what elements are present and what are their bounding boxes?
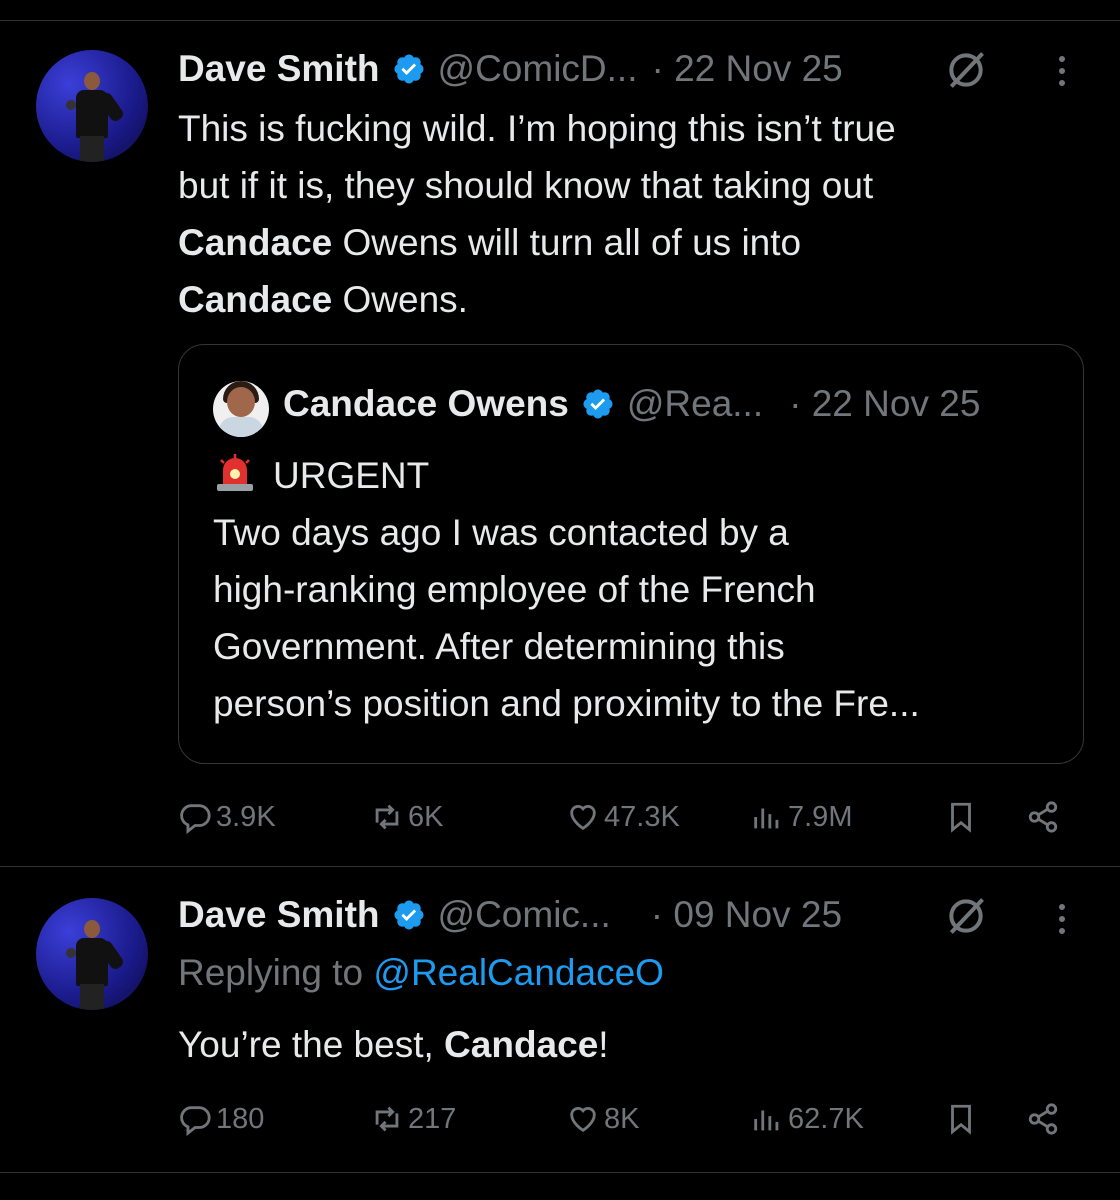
grok-icon[interactable] [944,894,988,938]
bottom-divider [0,1172,1120,1173]
quoted-author-avatar[interactable] [213,381,269,437]
tweet-date[interactable]: · 09 Nov 25 [651,894,842,936]
bookmark-icon [951,802,971,833]
author-handle[interactable]: @Comic... [438,894,611,936]
tweet-actions: 3.9K 6K 47.3K 7.9M [178,792,1078,842]
share-button[interactable] [1026,792,1064,842]
tweet-2[interactable]: Dave Smith @Comic... · 09 Nov 25 Replyin… [0,866,1120,1172]
share-icon [1028,801,1058,833]
author-avatar[interactable] [36,50,148,162]
reply-icon [180,804,211,834]
reply-button[interactable]: 180 [178,1094,264,1144]
replying-to: Replying to @RealCandaceO [178,952,664,993]
quoted-tweet-text: URGENT Two days ago I was contacted by a… [213,447,1063,732]
replying-to-handle[interactable]: @RealCandaceO [373,952,664,993]
tweet-text: You’re the best, Candace! [178,1024,609,1065]
quoted-tweet-date[interactable]: · 22 Nov 25 [789,383,980,425]
tweet-header: Dave Smith @Comic... · 09 Nov 25 [178,890,842,940]
author-handle[interactable]: @ComicD... [438,48,638,90]
repost-count: 6K [408,800,444,833]
views-count: 7.9M [788,800,853,833]
share-button[interactable] [1026,1094,1064,1144]
views-icon [754,808,779,829]
repost-button[interactable]: 6K [370,792,443,842]
verified-badge-icon [393,54,424,84]
repost-icon [375,804,399,830]
tweet-text: This is fucking wild. I’m hoping this is… [178,108,896,320]
views-icon [754,1110,779,1131]
like-icon [570,805,596,831]
bookmark-button[interactable] [944,792,982,842]
reply-button[interactable]: 3.9K [178,792,276,842]
grok-icon[interactable] [944,48,988,92]
views-count: 62.7K [788,1102,864,1135]
tweet-header: Dave Smith @ComicD... · 22 Nov 25 [178,44,843,94]
repost-button[interactable]: 217 [370,1094,456,1144]
quoted-tweet-header: Candace Owens @Rea... · 22 Nov 25 [283,379,980,429]
tweet-date[interactable]: · 22 Nov 25 [651,48,842,90]
tweet-1[interactable]: Dave Smith @ComicD... · 22 Nov 25 This i… [0,0,1120,866]
verified-badge-icon [583,389,613,419]
author-name[interactable]: Dave Smith [178,894,380,936]
repost-count: 217 [408,1102,457,1135]
quoted-tweet[interactable]: Candace Owens @Rea... · 22 Nov 25 URGENT… [178,344,1084,764]
like-button[interactable]: 47.3K [566,792,680,842]
verified-badge-icon [393,900,424,930]
like-count: 47.3K [604,800,680,833]
more-icon[interactable] [1056,900,1068,940]
quoted-author-handle[interactable]: @Rea... [627,383,763,425]
reply-count: 3.9K [216,800,276,833]
bookmark-button[interactable] [944,1094,982,1144]
like-button[interactable]: 8K [566,1094,639,1144]
views-button[interactable]: 7.9M [750,792,852,842]
author-avatar[interactable] [36,898,148,1010]
views-button[interactable]: 62.7K [750,1094,864,1144]
author-name[interactable]: Dave Smith [178,48,380,90]
like-icon [570,1107,596,1133]
siren-emoji-icon [217,454,253,491]
more-icon[interactable] [1056,52,1068,92]
reply-count: 180 [216,1102,265,1135]
like-count: 8K [604,1102,640,1135]
tweet-actions: 180 217 8K 62.7K [178,1094,1078,1144]
reply-icon [180,1106,211,1136]
quoted-author-name[interactable]: Candace Owens [283,383,569,425]
bookmark-icon [951,1104,971,1135]
repost-icon [375,1106,399,1132]
share-icon [1028,1103,1058,1135]
